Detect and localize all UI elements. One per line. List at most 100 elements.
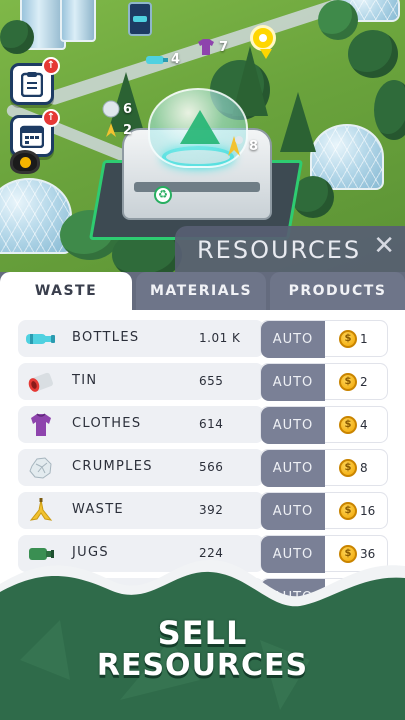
sell-button[interactable]: AUTO $8 <box>260 449 388 487</box>
calendar-icon <box>20 125 44 148</box>
resource-drop[interactable]: 6 <box>102 100 132 118</box>
list-item: WASTE 392 AUTO $16 <box>18 492 388 530</box>
list-item: CRUMPLES 566 AUTO $8 <box>18 449 388 487</box>
clothes-icon <box>26 411 56 438</box>
tree <box>374 80 405 140</box>
list-item: XES AUTO <box>18 578 388 616</box>
auto-button[interactable]: AUTO <box>261 450 325 487</box>
recycle-logo-icon <box>180 110 220 144</box>
clipboard-icon <box>21 72 43 97</box>
pine-tree <box>280 92 316 152</box>
auto-button[interactable]: AUTO <box>261 579 325 616</box>
tree <box>348 30 398 78</box>
resources-title: RESOURCES <box>197 236 362 264</box>
banner-title-line1: SELL <box>157 614 248 652</box>
tab-products[interactable]: PRODUCTS <box>270 272 405 310</box>
tab-materials[interactable]: MATERIALS <box>136 272 266 310</box>
price: $1 <box>339 330 368 348</box>
resource-name: WASTE <box>72 502 124 517</box>
resource-amount: 614 <box>199 417 224 431</box>
auto-button[interactable]: AUTO <box>261 321 325 358</box>
resource-drop[interactable]: 4 <box>146 52 180 67</box>
sell-button[interactable]: AUTO $16 <box>260 492 388 530</box>
sell-button[interactable]: AUTO $36 <box>260 535 388 573</box>
resource-name: TIN <box>72 373 98 388</box>
banana-peel-icon <box>26 497 56 524</box>
list-item: BOTTLES 1.01 K AUTO $1 <box>18 320 388 358</box>
bottle-icon <box>146 55 168 64</box>
resource-drop[interactable]: 2 <box>102 122 132 138</box>
auto-button[interactable]: AUTO <box>261 493 325 530</box>
crumples-icon <box>102 100 120 118</box>
resources-header: RESOURCES ✕ <box>175 226 405 276</box>
tree <box>318 0 358 40</box>
close-icon[interactable]: ✕ <box>373 233 395 259</box>
drop-amount: 2 <box>123 122 133 138</box>
crumples-icon <box>26 454 56 481</box>
price-value: 4 <box>360 418 368 432</box>
drop-amount: 8 <box>249 138 259 154</box>
plant-band <box>134 182 260 192</box>
coin-icon: $ <box>339 459 357 477</box>
location-pin-icon[interactable] <box>250 25 276 59</box>
resource-info: TIN 655 <box>18 363 264 400</box>
price-value: 16 <box>360 504 376 518</box>
resource-amount: 224 <box>199 546 224 560</box>
sell-button[interactable]: AUTO $1 <box>260 320 388 358</box>
sell-button[interactable]: AUTO <box>260 578 388 616</box>
list-item: TIN 655 AUTO $2 <box>18 363 388 401</box>
resource-info: XES <box>18 578 264 615</box>
tin-can-icon <box>26 368 56 395</box>
tab-waste[interactable]: WASTE <box>0 272 132 310</box>
clothes-icon <box>198 39 214 55</box>
resource-amount: 392 <box>199 503 224 517</box>
auto-button[interactable]: AUTO <box>261 407 325 444</box>
price: $2 <box>339 373 368 391</box>
notification-arrow-icon: ↑ <box>42 57 60 75</box>
price-value: 2 <box>360 375 368 389</box>
waste-icon <box>106 123 116 137</box>
list-item: JUGS 224 AUTO $36 <box>18 535 388 573</box>
ticket-icon[interactable] <box>128 2 152 36</box>
resource-info: BOTTLES 1.01 K <box>18 320 264 357</box>
waste-icon <box>228 136 243 156</box>
resource-amount: 1.01 K <box>199 331 241 345</box>
coin-icon: $ <box>339 416 357 434</box>
resource-drop[interactable]: 7 <box>196 38 228 56</box>
resource-name: XES <box>86 588 116 603</box>
coin-icon: $ <box>339 502 357 520</box>
coin-icon: $ <box>339 373 357 391</box>
drop-amount: 7 <box>219 39 229 55</box>
coin-icon: $ <box>339 545 357 563</box>
sell-button[interactable]: AUTO $4 <box>260 406 388 444</box>
resource-info: CLOTHES 614 <box>18 406 264 443</box>
price: $4 <box>339 416 368 434</box>
task-list-button[interactable]: ↑ <box>10 57 60 105</box>
resource-name: BOTTLES <box>72 330 140 345</box>
auto-button[interactable]: AUTO <box>261 364 325 401</box>
resource-info: JUGS 224 <box>18 535 264 572</box>
resource-name: CRUMPLES <box>72 459 153 474</box>
banner-title-line2: RESOURCES <box>96 648 309 683</box>
coin-icon[interactable] <box>10 150 40 174</box>
price: $8 <box>339 459 368 477</box>
price-value: 8 <box>360 461 368 475</box>
resource-name: JUGS <box>72 545 109 560</box>
resource-drop[interactable]: 8 <box>222 134 258 158</box>
resource-name: CLOTHES <box>72 416 142 431</box>
building-tower[interactable] <box>60 0 96 42</box>
price-value: 1 <box>360 332 368 346</box>
price-value: 36 <box>360 547 376 561</box>
resource-info: CRUMPLES 566 <box>18 449 264 486</box>
box-icon <box>26 583 56 610</box>
resource-amount: 566 <box>199 460 224 474</box>
list-item: CLOTHES 614 AUTO $4 <box>18 406 388 444</box>
bottle-icon <box>26 325 56 352</box>
coin-icon: $ <box>339 330 357 348</box>
sell-button[interactable]: AUTO $2 <box>260 363 388 401</box>
tab-bar: WASTE MATERIALS PRODUCTS <box>0 272 405 310</box>
price: $36 <box>339 545 375 563</box>
price: $16 <box>339 502 375 520</box>
resource-info: WASTE 392 <box>18 492 264 529</box>
auto-button[interactable]: AUTO <box>261 536 325 573</box>
